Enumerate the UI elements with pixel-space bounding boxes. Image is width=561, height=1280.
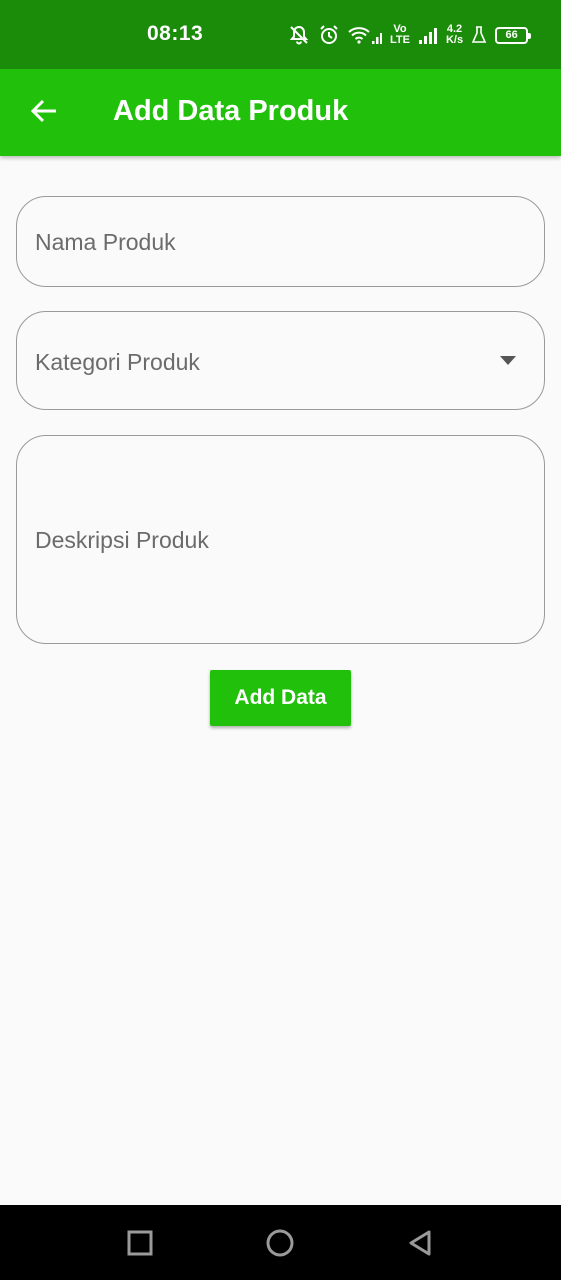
lab-flask-icon (471, 25, 487, 45)
status-bar: 08:13 Vo LTE 4.2 K/s 66 (0, 0, 561, 69)
mute-bell-icon (288, 24, 310, 46)
status-time: 08:13 (147, 22, 204, 45)
volte-icon: Vo LTE (390, 24, 410, 46)
battery-icon: 66 (495, 26, 532, 44)
lte-label: LTE (390, 34, 410, 46)
app-bar: Add Data Produk (0, 69, 561, 156)
speed-unit: K/s (445, 34, 464, 46)
product-description-input[interactable]: Deskripsi Produk (16, 435, 545, 644)
dropdown-arrow-icon (500, 356, 516, 365)
back-triangle-icon[interactable] (407, 1229, 435, 1257)
wifi-icon (348, 24, 382, 46)
status-icons: Vo LTE 4.2 K/s 66 (288, 18, 532, 52)
recents-square-icon[interactable] (126, 1229, 154, 1257)
product-name-placeholder: Nama Produk (35, 229, 176, 255)
home-circle-icon[interactable] (266, 1229, 294, 1257)
product-category-dropdown[interactable]: Kategori Produk (16, 311, 545, 410)
product-category-placeholder: Kategori Produk (35, 349, 200, 375)
product-name-input[interactable]: Nama Produk (16, 196, 545, 287)
arrow-left-icon[interactable] (26, 93, 62, 129)
battery-level: 66 (505, 29, 518, 41)
page-title: Add Data Produk (113, 95, 349, 127)
network-speed: 4.2 K/s (446, 24, 463, 46)
add-data-button[interactable]: Add Data (210, 670, 351, 726)
product-description-placeholder: Deskripsi Produk (35, 527, 209, 553)
alarm-icon (318, 24, 340, 46)
system-nav-bar (0, 1205, 561, 1280)
signal-icon (418, 24, 438, 46)
